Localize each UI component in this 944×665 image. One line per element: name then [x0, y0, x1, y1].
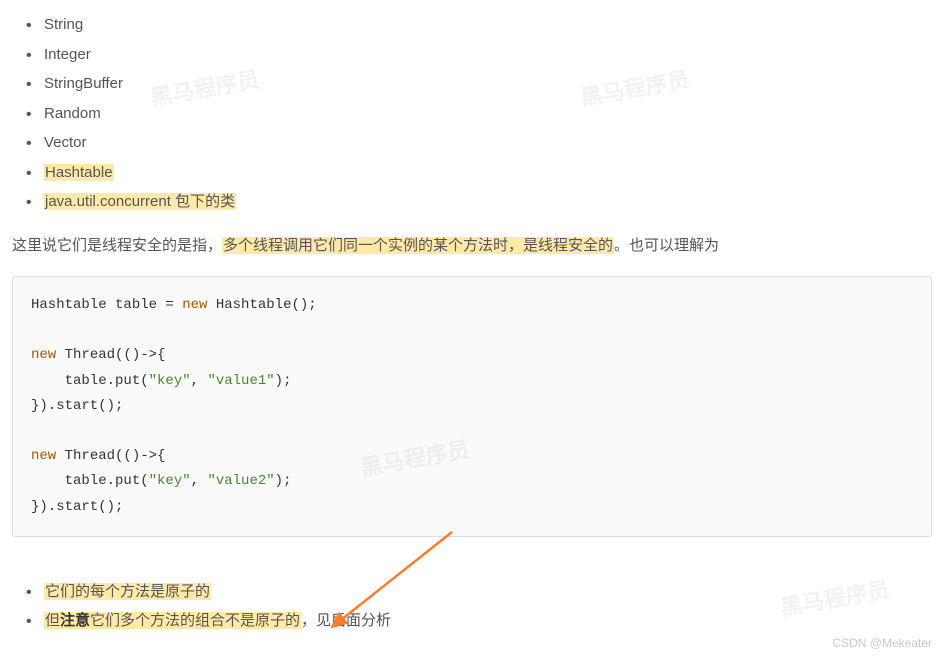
code-block: Hashtable table = new Hashtable(); new T…	[12, 276, 932, 537]
list-item: Hashtable	[44, 158, 932, 188]
code-text: );	[275, 373, 292, 389]
list-item-text: Random	[44, 105, 101, 122]
code-text: }).start();	[31, 398, 123, 414]
item2-post: ，见后面分析	[301, 612, 391, 629]
list-item: StringBuffer	[44, 69, 932, 99]
list-item-text: Vector	[44, 134, 87, 151]
list-item: Integer	[44, 40, 932, 70]
code-string: "value2"	[207, 473, 274, 489]
para-highlight: 多个线程调用它们同一个实例的某个方法时，是线程安全的	[222, 237, 614, 254]
code-keyword: new	[182, 297, 207, 313]
list-item: java.util.concurrent 包下的类	[44, 187, 932, 217]
code-keyword: new	[31, 347, 56, 363]
para-pre: 这里说它们是线程安全的是指，	[12, 237, 222, 254]
code-keyword: new	[31, 448, 56, 464]
code-string: "key"	[149, 373, 191, 389]
list-item-text: String	[44, 16, 83, 33]
list-item: String	[44, 10, 932, 40]
code-text: }).start();	[31, 499, 123, 515]
list-item-highlight: 但注意它们多个方法的组合不是原子的	[44, 612, 301, 629]
list-item-text: Hashtable	[44, 164, 114, 181]
code-text: table.put(	[31, 373, 149, 389]
code-text: );	[275, 473, 292, 489]
bottom-bullet-list: 它们的每个方法是原子的 但注意它们多个方法的组合不是原子的，见后面分析	[12, 577, 932, 636]
list-item-text: Integer	[44, 46, 91, 63]
code-text: ,	[191, 473, 208, 489]
item2-bold: 注意	[60, 612, 90, 629]
code-text: ,	[191, 373, 208, 389]
list-item: 它们的每个方法是原子的	[44, 577, 932, 607]
code-text: Thread(()->{	[56, 347, 165, 363]
list-item-text: java.util.concurrent 包下的类	[44, 193, 236, 210]
list-item-text: StringBuffer	[44, 75, 123, 92]
paragraph-thread-safe: 这里说它们是线程安全的是指，多个线程调用它们同一个实例的某个方法时，是线程安全的…	[12, 233, 932, 259]
item2-pre: 但	[45, 612, 60, 629]
footer-watermark: CSDN @Mekeater	[832, 633, 932, 653]
top-bullet-list: String Integer StringBuffer Random Vecto…	[12, 10, 932, 217]
para-post: 。也可以理解为	[614, 237, 719, 254]
list-item-highlight: 它们的每个方法是原子的	[44, 583, 211, 600]
code-text: Hashtable();	[207, 297, 316, 313]
list-item: Random	[44, 99, 932, 129]
list-item: 但注意它们多个方法的组合不是原子的，见后面分析	[44, 606, 932, 636]
code-string: "value1"	[207, 373, 274, 389]
list-item: Vector	[44, 128, 932, 158]
item2-rest: 它们多个方法的组合不是原子的	[90, 612, 300, 629]
code-text: table.put(	[31, 473, 149, 489]
code-string: "key"	[149, 473, 191, 489]
code-text: Hashtable table =	[31, 297, 182, 313]
code-text: Thread(()->{	[56, 448, 165, 464]
